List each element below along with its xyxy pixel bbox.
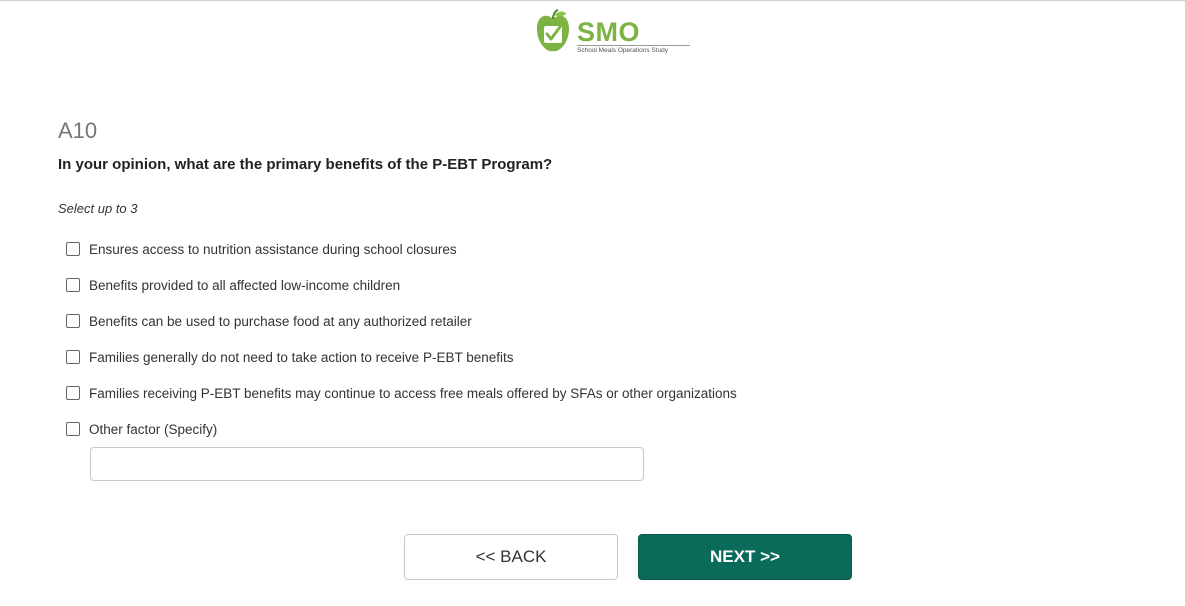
option-label: Ensures access to nutrition assistance d… [89, 241, 457, 257]
option-label: Families receiving P-EBT benefits may co… [89, 385, 737, 401]
apple-checkbox-icon [537, 9, 569, 52]
option-label: Other factor (Specify) [89, 421, 218, 437]
option-ensures-access[interactable]: Ensures access to nutrition assistance d… [66, 239, 457, 259]
question-text: In your opinion, what are the primary be… [58, 156, 553, 173]
checkbox[interactable] [66, 422, 80, 436]
checkbox[interactable] [66, 314, 80, 328]
option-any-retailer[interactable]: Benefits can be used to purchase food at… [66, 311, 472, 331]
checkbox[interactable] [66, 386, 80, 400]
logo-text: SMO [577, 17, 641, 47]
option-label: Families generally do not need to take a… [89, 349, 514, 365]
other-specify-input[interactable] [90, 447, 644, 481]
question-id: A10 [58, 118, 98, 143]
question-instruction: Select up to 3 [58, 201, 138, 216]
checkbox[interactable] [66, 242, 80, 256]
next-button[interactable]: NEXT >> [638, 534, 852, 580]
option-label: Benefits can be used to purchase food at… [89, 313, 472, 329]
checkbox[interactable] [66, 350, 80, 364]
option-benefits-all-children[interactable]: Benefits provided to all affected low-in… [66, 275, 400, 295]
smo-logo: SMO School Meals Operations Study [535, 9, 695, 59]
logo-subtitle: School Meals Operations Study [577, 47, 669, 54]
option-no-action-needed[interactable]: Families generally do not need to take a… [66, 347, 514, 367]
back-button[interactable]: << BACK [404, 534, 618, 580]
logo-rule [577, 45, 690, 46]
checkbox[interactable] [66, 278, 80, 292]
option-label: Benefits provided to all affected low-in… [89, 277, 401, 293]
top-divider [0, 0, 1185, 1]
option-other-factor[interactable]: Other factor (Specify) [66, 419, 217, 439]
option-continue-free-meals[interactable]: Families receiving P-EBT benefits may co… [66, 383, 737, 403]
